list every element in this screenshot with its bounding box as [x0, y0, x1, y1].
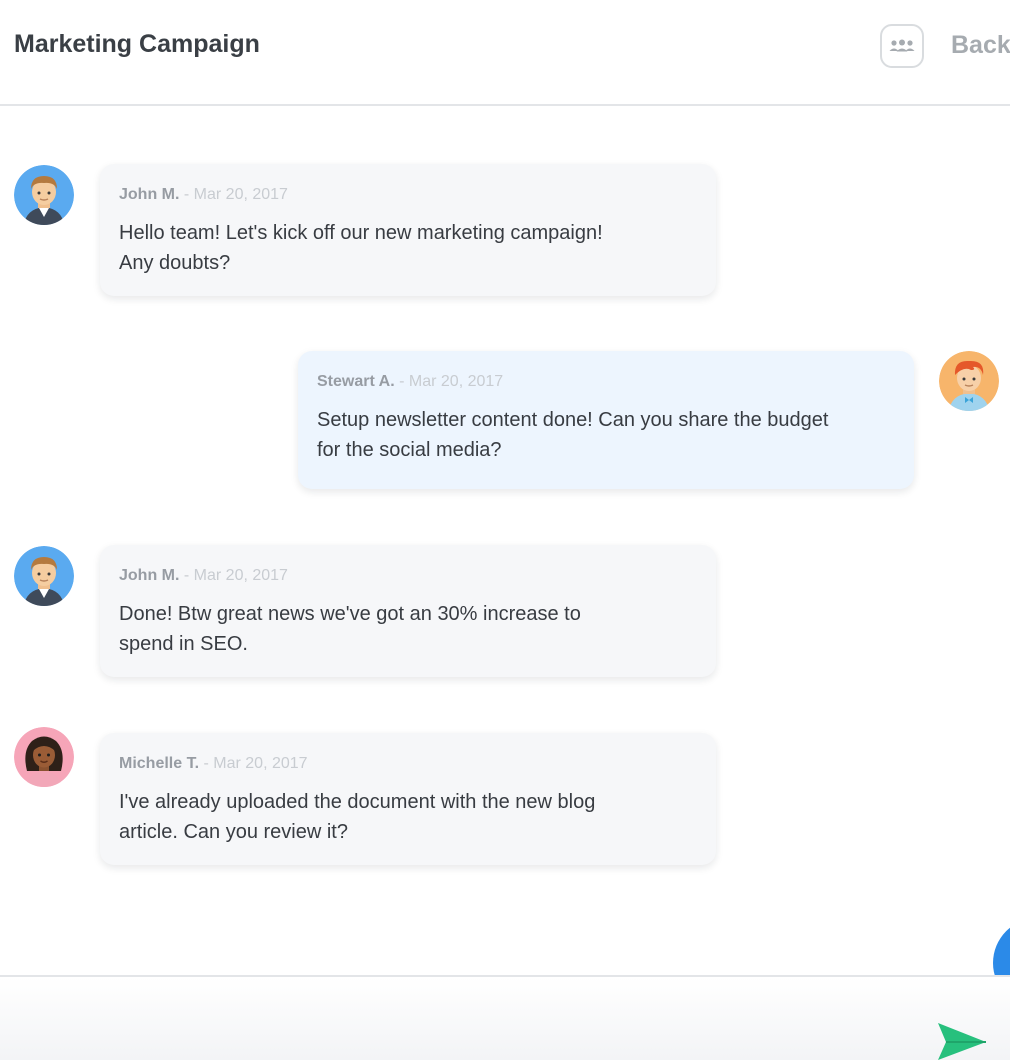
message-bubble: John M. - Mar 20, 2017 Hello team! Let's…	[100, 164, 716, 296]
message-separator: -	[183, 186, 190, 203]
message-date: Mar 20, 2017	[213, 755, 308, 772]
message-text: I've already uploaded the document with …	[119, 791, 596, 843]
message-bubble: Stewart A. - Mar 20, 2017 Setup newslett…	[298, 351, 914, 489]
message-author: John M.	[119, 567, 180, 584]
message-separator: -	[183, 567, 190, 584]
chat-header: Marketing Campaign Back	[0, 0, 1010, 106]
message-text: Done! Btw great news we've got an 30% in…	[119, 603, 581, 655]
send-icon	[938, 1023, 986, 1060]
message-bubble: John M. - Mar 20, 2017 Done! Btw great n…	[100, 545, 716, 677]
stewart-avatar-image	[939, 351, 999, 411]
message-author: John M.	[119, 186, 180, 203]
chat-window: Marketing Campaign Back John M. - Mar 20…	[0, 0, 1010, 1060]
group-icon	[889, 39, 915, 52]
message-meta: Michelle T. - Mar 20, 2017	[119, 755, 697, 773]
message-date: Mar 20, 2017	[193, 186, 288, 203]
message-text: Setup newsletter content done! Can you s…	[317, 409, 829, 461]
message-date: Mar 20, 2017	[408, 373, 504, 390]
send-button[interactable]	[936, 1020, 988, 1060]
message-composer	[0, 975, 1010, 1060]
message-text: Hello team! Let's kick off our new marke…	[119, 222, 603, 274]
message-meta: Stewart A. - Mar 20, 2017	[317, 373, 895, 391]
chat-title: Marketing Campaign	[14, 30, 260, 58]
stewart-avatar[interactable]	[939, 351, 999, 411]
back-button[interactable]: Back	[951, 31, 1010, 60]
message-separator: -	[203, 755, 209, 772]
message-meta: John M. - Mar 20, 2017	[119, 567, 697, 585]
michelle-avatar[interactable]	[14, 727, 74, 787]
message-bubble: Michelle T. - Mar 20, 2017 I've already …	[100, 733, 716, 865]
john-avatar[interactable]	[14, 165, 74, 225]
michelle-avatar-image	[14, 727, 74, 787]
message-meta: John M. - Mar 20, 2017	[119, 186, 697, 204]
members-button[interactable]	[880, 24, 924, 68]
john-avatar-image	[14, 546, 74, 606]
message-separator: -	[399, 373, 405, 390]
message-author: Stewart A.	[317, 373, 395, 390]
john-avatar[interactable]	[14, 546, 74, 606]
message-author: Michelle T.	[119, 755, 200, 772]
message-date: Mar 20, 2017	[193, 567, 288, 584]
message-input[interactable]	[14, 991, 918, 1053]
john-avatar-image	[14, 165, 74, 225]
